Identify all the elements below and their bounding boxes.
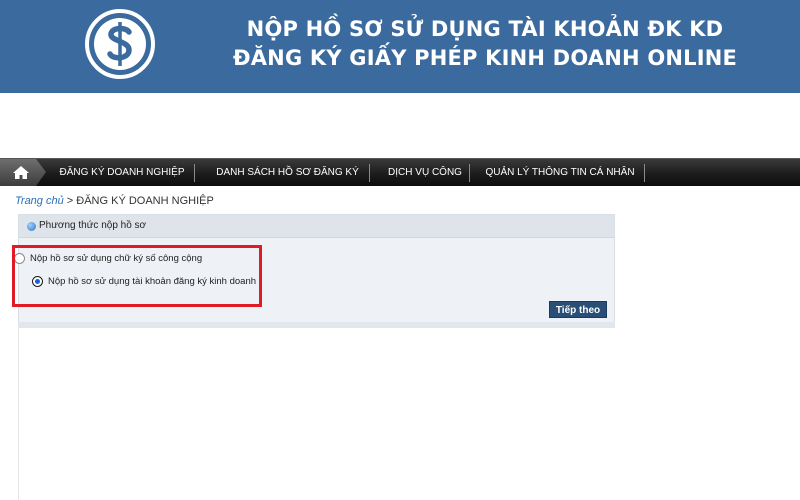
- nav-divider: [644, 164, 645, 182]
- nav-item-dich-vu-cong[interactable]: DỊCH VỤ CÔNG: [380, 159, 470, 186]
- breadcrumb-home-link[interactable]: Trang chủ: [15, 195, 64, 207]
- content-left-border: [18, 328, 19, 500]
- home-icon: [13, 166, 29, 179]
- panel-title: Phương thức nộp hồ sơ: [39, 220, 147, 231]
- nav-item-quan-ly-thong-tin[interactable]: QUẢN LÝ THÔNG TIN CÁ NHÂN: [480, 159, 640, 186]
- main-navbar: ĐĂNG KÝ DOANH NGHIỆP DANH SÁCH HỒ SƠ ĐĂN…: [0, 158, 800, 186]
- breadcrumb: Trang chủ > ĐĂNG KÝ DOANH NGHIỆP: [15, 195, 214, 207]
- next-button[interactable]: Tiếp theo: [549, 301, 607, 318]
- dollar-coin-icon: [85, 9, 155, 79]
- nav-home-button[interactable]: [0, 159, 46, 186]
- breadcrumb-separator: >: [66, 195, 74, 207]
- info-bullet-icon: [27, 222, 36, 231]
- nav-divider: [194, 164, 195, 182]
- nav-item-danh-sach-ho-so[interactable]: DANH SÁCH HỒ SƠ ĐĂNG KÝ: [205, 159, 370, 186]
- panel-footer: [18, 322, 615, 328]
- nav-item-dang-ky-doanh-nghiep[interactable]: ĐĂNG KÝ DOANH NGHIỆP: [52, 159, 192, 186]
- breadcrumb-current: ĐĂNG KÝ DOANH NGHIỆP: [76, 195, 214, 207]
- nav-divider: [369, 164, 370, 182]
- nav-divider: [469, 164, 470, 182]
- banner-title-line1: NỘP HỒ SƠ SỬ DỤNG TÀI KHOẢN ĐK KD: [246, 17, 724, 41]
- highlight-annotation-box: [12, 245, 262, 307]
- header-banner: NỘP HỒ SƠ SỬ DỤNG TÀI KHOẢN ĐK KD ĐĂNG K…: [0, 0, 800, 93]
- banner-title-line2: ĐĂNG KÝ GIẤY PHÉP KINH DOANH ONLINE: [232, 46, 738, 70]
- panel-header: Phương thức nộp hồ sơ: [19, 215, 614, 238]
